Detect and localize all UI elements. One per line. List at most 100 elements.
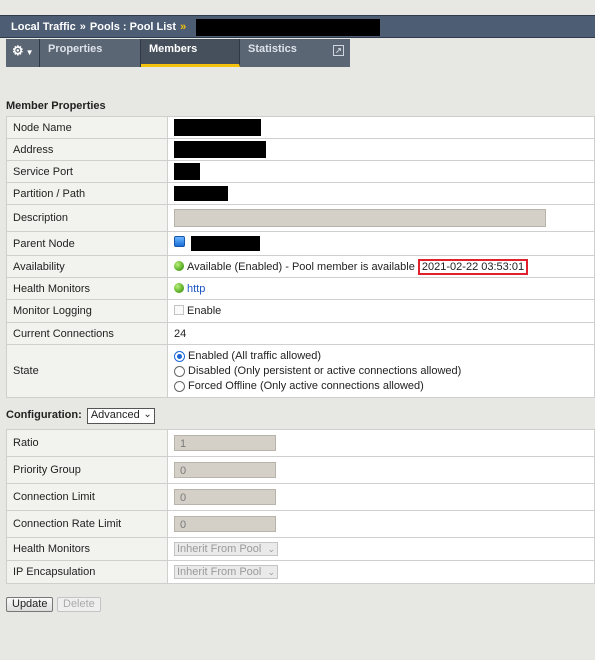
redacted-pool-name xyxy=(196,19,380,36)
monitor-logging-value: Enable xyxy=(167,299,595,323)
connection-limit-input[interactable]: 0 xyxy=(174,489,276,505)
node-name-label: Node Name xyxy=(6,116,168,139)
configuration-table: Ratio 1 Priority Group 0 Connection Limi… xyxy=(6,429,595,584)
state-option-forced-offline[interactable]: Forced Offline (Only active connections … xyxy=(174,379,588,394)
redacted-value xyxy=(174,163,200,180)
green-status-icon xyxy=(174,282,184,293)
popout-icon[interactable]: ↗ xyxy=(333,45,344,56)
state-forced-offline-label: Forced Offline (Only active connections … xyxy=(188,380,424,392)
connection-rate-limit-input[interactable]: 0 xyxy=(174,516,276,532)
ip-encapsulation-select[interactable]: Inherit From Pool ⌄ xyxy=(174,565,278,579)
tab-statistics-label: Statistics xyxy=(248,43,297,55)
configuration-mode-value: Advanced xyxy=(90,409,140,421)
ip-encapsulation-label: IP Encapsulation xyxy=(6,560,168,584)
ratio-value-cell: 1 xyxy=(167,429,595,457)
service-port-label: Service Port xyxy=(6,160,168,183)
breadcrumb-bar: Local Traffic» Pools : Pool List» xyxy=(0,15,595,38)
partition-value xyxy=(167,182,595,205)
description-value xyxy=(167,204,595,232)
breadcrumb-separator: » xyxy=(180,21,187,33)
table-row: Health Monitors Inherit From Pool ⌄ xyxy=(6,537,595,561)
gear-icon: ⚙ xyxy=(12,43,24,58)
tab-settings-menu[interactable]: ⚙ ▼ xyxy=(6,39,40,67)
redacted-value xyxy=(174,141,266,158)
config-health-monitors-value-cell: Inherit From Pool ⌄ xyxy=(167,537,595,561)
node-icon xyxy=(174,236,185,248)
configuration-mode-select[interactable]: Advanced ⌄ xyxy=(86,408,155,424)
node-name-value xyxy=(167,116,595,139)
state-forced-offline-radio[interactable] xyxy=(174,380,185,392)
priority-group-input[interactable]: 0 xyxy=(174,462,276,478)
state-options: Enabled (All traffic allowed) Disabled (… xyxy=(167,344,595,398)
member-properties-table: Node Name Address Service Port Partition… xyxy=(6,116,595,398)
ip-encapsulation-value-cell: Inherit From Pool ⌄ xyxy=(167,560,595,584)
tab-statistics[interactable]: Statistics ↗ xyxy=(240,39,350,67)
connection-limit-value-cell: 0 xyxy=(167,483,595,511)
state-disabled-radio[interactable] xyxy=(174,365,185,377)
parent-node-label: Parent Node xyxy=(6,231,168,256)
table-row: Parent Node xyxy=(6,231,595,256)
address-label: Address xyxy=(6,138,168,161)
state-option-disabled[interactable]: Disabled (Only persistent or active conn… xyxy=(174,364,588,379)
state-option-enabled[interactable]: Enabled (All traffic allowed) xyxy=(174,349,588,364)
current-connections-label: Current Connections xyxy=(6,322,168,345)
health-monitors-select[interactable]: Inherit From Pool ⌄ xyxy=(174,542,278,556)
tab-bar: ⚙ ▼ Properties Members Statistics ↗ xyxy=(6,39,350,67)
health-monitors-select-value: Inherit From Pool xyxy=(177,543,262,555)
table-row: Monitor Logging Enable xyxy=(6,299,595,323)
chevron-down-icon: ⌄ xyxy=(267,544,275,554)
connection-rate-limit-value-cell: 0 xyxy=(167,510,595,538)
connection-limit-label: Connection Limit xyxy=(6,483,168,511)
table-row: Node Name xyxy=(6,116,595,139)
health-monitors-label: Health Monitors xyxy=(6,277,168,300)
redacted-value xyxy=(174,119,261,136)
monitor-logging-enable-label: Enable xyxy=(187,305,222,317)
priority-group-label: Priority Group xyxy=(6,456,168,484)
tab-properties[interactable]: Properties xyxy=(40,39,141,67)
config-health-monitors-label: Health Monitors xyxy=(6,537,168,561)
ip-encapsulation-select-value: Inherit From Pool xyxy=(177,566,262,578)
breadcrumb-local-traffic[interactable]: Local Traffic xyxy=(11,21,76,33)
update-button[interactable]: Update xyxy=(6,597,54,612)
state-disabled-label: Disabled (Only persistent or active conn… xyxy=(188,365,462,377)
state-label: State xyxy=(6,344,168,398)
current-connections-value: 24 xyxy=(167,322,595,345)
state-enabled-label: Enabled (All traffic allowed) xyxy=(188,350,322,362)
table-row: Current Connections 24 xyxy=(6,322,595,345)
table-row: Priority Group 0 xyxy=(6,456,595,484)
caret-down-icon: ▼ xyxy=(25,48,34,57)
redacted-parent-node-link[interactable] xyxy=(191,236,260,251)
ratio-input[interactable]: 1 xyxy=(174,435,276,451)
partition-label: Partition / Path xyxy=(6,182,168,205)
state-enabled-radio[interactable] xyxy=(174,350,185,362)
table-row: Connection Limit 0 xyxy=(6,483,595,511)
redacted-value xyxy=(174,186,228,201)
table-row: IP Encapsulation Inherit From Pool ⌄ xyxy=(6,560,595,584)
table-row: State Enabled (All traffic allowed) Disa… xyxy=(6,344,595,398)
table-row: Connection Rate Limit 0 xyxy=(6,510,595,538)
availability-text: Available (Enabled) - Pool member is ava… xyxy=(187,260,415,273)
table-row: Health Monitors http xyxy=(6,277,595,300)
chevron-down-icon: ⌄ xyxy=(267,567,275,577)
delete-button[interactable]: Delete xyxy=(57,597,101,612)
service-port-value xyxy=(167,160,595,183)
priority-group-value-cell: 0 xyxy=(167,456,595,484)
table-row: Ratio 1 xyxy=(6,429,595,457)
breadcrumb-separator: » xyxy=(79,21,86,33)
green-status-icon xyxy=(174,260,184,271)
parent-node-value xyxy=(167,231,595,256)
monitor-logging-label: Monitor Logging xyxy=(6,299,168,323)
tab-members[interactable]: Members xyxy=(141,39,240,67)
breadcrumb-pool-list[interactable]: Pools : Pool List xyxy=(90,21,176,33)
configuration-title: Configuration: Advanced ⌄ xyxy=(6,408,155,424)
http-monitor-link[interactable]: http xyxy=(187,283,205,295)
availability-value: Available (Enabled) - Pool member is ava… xyxy=(167,255,595,278)
ratio-label: Ratio xyxy=(6,429,168,457)
member-properties-title: Member Properties xyxy=(6,100,106,112)
description-field xyxy=(174,209,546,227)
description-label: Description xyxy=(6,204,168,232)
connection-rate-limit-label: Connection Rate Limit xyxy=(6,510,168,538)
monitor-logging-checkbox[interactable] xyxy=(174,305,184,315)
table-row: Address xyxy=(6,138,595,161)
table-row: Availability Available (Enabled) - Pool … xyxy=(6,255,595,278)
